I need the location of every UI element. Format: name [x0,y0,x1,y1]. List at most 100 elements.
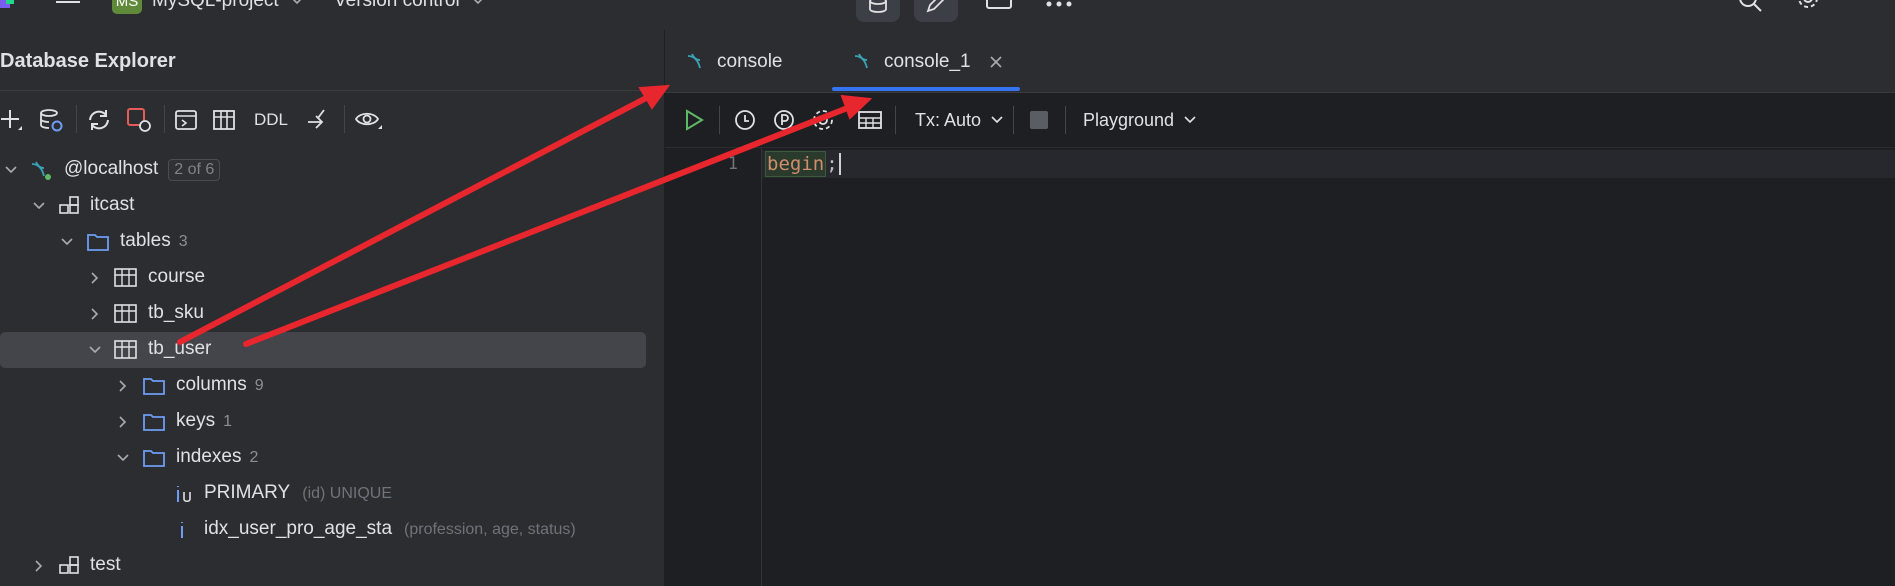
history-icon [735,110,755,130]
folder-icon [87,234,109,251]
run-icon [686,109,704,131]
panel-title: Database Explorer [0,50,176,72]
project-badge: MS [112,0,142,14]
vcs-label: Version control [334,0,460,11]
vcs-selector[interactable]: Version control [334,0,484,13]
database-icon [869,0,887,13]
table-icon [114,340,137,359]
jump-to-source-button[interactable] [304,107,330,133]
gear-icon [1798,0,1818,8]
pin-button[interactable] [772,107,796,133]
chevron-down-icon [89,346,101,354]
add-button[interactable] [0,107,24,133]
tree-label: test [90,554,121,575]
tree-label: tb_sku [148,302,204,323]
settings-button[interactable] [811,107,835,133]
main-menu-button[interactable] [56,0,80,16]
tree-node-course[interactable]: course [0,260,664,296]
history-button[interactable] [733,107,757,133]
more-icon [1046,1,1072,7]
tx-mode-label: Tx: Auto [915,109,982,130]
edit-tool-button[interactable] [914,0,958,22]
settings-button[interactable] [1796,0,1820,18]
table-icon [213,110,235,130]
tree-node-keys[interactable]: keys 1 [0,404,664,440]
tree-node-tables[interactable]: tables 3 [0,224,664,260]
tree-label: tables [120,230,171,251]
host-count-badge: 2 of 6 [168,159,221,181]
stop-button[interactable] [1029,107,1049,133]
pin-icon [774,110,794,130]
chevron-down-icon [473,0,482,5]
tree-label: idx_user_pro_age_sta [204,518,393,539]
eye-icon [354,112,382,129]
tree-node-primary-index[interactable]: PRIMARY (id) UNIQUE [0,476,664,512]
datasource-properties-button[interactable] [38,107,64,133]
stop-icon [127,108,151,132]
execute-button[interactable] [683,107,705,133]
chevron-right-icon [35,560,43,572]
jump-icon [308,109,325,129]
folder-icon [143,378,165,395]
ddl-button[interactable]: DDL [254,107,288,133]
title-bar: MS MySQL-project Version control [0,0,1895,30]
search-button[interactable] [1738,0,1764,18]
tree-node-localhost[interactable]: @localhost 2 of 6 [0,152,664,188]
tree-label: indexes [176,446,242,467]
results-grid-button[interactable] [857,107,883,133]
tree-count: 1 [223,413,232,430]
console-icon [175,110,197,130]
tree-node-test[interactable]: test [0,548,664,584]
close-icon[interactable] [989,55,1003,69]
layout-button[interactable] [986,0,1012,16]
open-console-button[interactable] [174,107,198,133]
tree-label: @localhost [64,158,159,179]
tree-node-tb-sku[interactable]: tb_sku [0,296,664,332]
playground-label: Playground [1083,109,1175,130]
sql-punctuation: ; [826,153,838,175]
database-tool-button[interactable] [856,0,900,22]
edit-icon [926,0,945,13]
database-explorer-panel: Database Explorer DDL @localhost 2 of 6 … [0,30,665,586]
chevron-right-icon [91,272,99,284]
code-editor[interactable]: begin; [765,150,841,178]
refresh-button[interactable] [86,107,112,133]
view-options-button[interactable] [354,107,384,133]
project-selector[interactable]: MS MySQL-project [112,0,303,14]
schema-icon [59,196,79,214]
tab-console[interactable]: console [685,48,783,76]
table-view-button[interactable] [212,107,236,133]
chevron-right-icon [119,416,127,428]
tab-label: console [717,51,783,72]
tree-count: 9 [254,377,264,394]
app-logo-icon [0,0,14,8]
tab-label: console_1 [884,51,971,72]
more-button[interactable] [1045,0,1073,16]
chevron-down-icon [33,202,45,210]
active-tab-indicator [832,87,1020,91]
grid-icon [858,111,882,129]
table-icon [114,268,137,287]
search-icon [1739,0,1762,12]
tree-node-idx-index[interactable]: idx_user_pro_age_sta (profession, age, st… [0,512,664,548]
tree-count: 2 [249,449,259,466]
disconnect-button[interactable] [126,107,152,133]
tree-node-itcast[interactable]: itcast [0,188,664,224]
plus-icon [1,110,22,130]
chevron-down-icon [5,166,17,174]
sql-keyword: begin [765,151,827,177]
datasource-icon [40,109,63,132]
playground-dropdown[interactable]: Playground [1083,107,1196,133]
ddl-label: DDL [254,110,289,129]
tree-node-columns[interactable]: columns 9 [0,368,664,404]
schema-icon [59,556,79,574]
tab-console-1[interactable]: console_1 [852,48,1003,76]
tree-node-tb-user[interactable]: tb_user [0,332,664,368]
chevron-right-icon [119,380,127,392]
transaction-mode-dropdown[interactable]: Tx: Auto [915,107,1003,133]
settings-icon [813,110,833,130]
tree-label: course [148,266,206,287]
tree-node-indexes[interactable]: indexes 2 [0,440,664,476]
project-name: MySQL-project [152,0,279,11]
tree-label: PRIMARY [204,482,291,503]
